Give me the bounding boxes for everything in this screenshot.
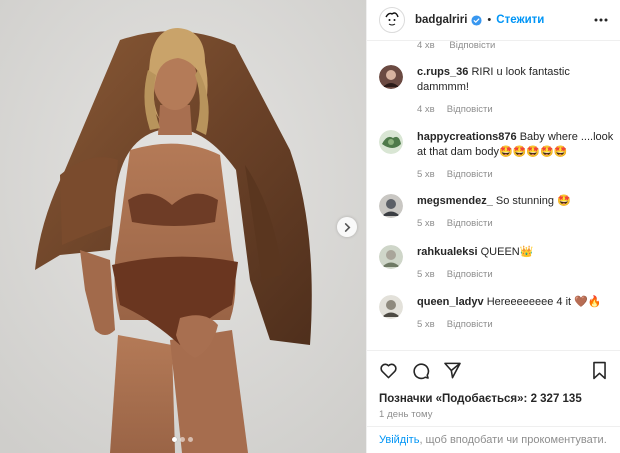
share-icon[interactable]: [443, 361, 462, 380]
commenter-avatar[interactable]: [379, 245, 403, 269]
commenter-avatar[interactable]: [379, 65, 403, 89]
post-side-panel: badgalriri • Стежити 4 хв Відповісти c.r…: [366, 0, 620, 453]
reply-button[interactable]: Відповісти: [447, 169, 493, 180]
commenter-avatar[interactable]: [379, 295, 403, 319]
comment-text: Hereeeeeeee 4 it 🤎🔥: [486, 296, 602, 308]
post-media[interactable]: [0, 0, 366, 453]
reply-button[interactable]: Відповісти: [447, 218, 493, 229]
more-options-icon[interactable]: [594, 18, 608, 22]
chevron-right-icon: [344, 222, 350, 232]
verified-badge-icon: [471, 14, 482, 26]
comment-item: rahkualeksi QUEEN👑 5 хв Відповісти: [379, 245, 615, 282]
comment-time: 5 хв: [417, 218, 435, 229]
comment-item: c.rups_36 RIRI u look fantastic dammmm! …: [379, 65, 615, 117]
comment-time: 5 хв: [417, 269, 435, 280]
comment-time: 4 хв: [417, 104, 435, 115]
likes-count: Позначки «Подобається»: 2 327 135: [367, 390, 620, 408]
author-avatar[interactable]: [379, 7, 405, 33]
comment-item: happycreations876 Baby where ....look at…: [379, 130, 615, 182]
comment-username[interactable]: happycreations876: [417, 131, 517, 143]
reply-button[interactable]: Відповісти: [447, 104, 493, 115]
reply-button[interactable]: Відповісти: [447, 269, 493, 280]
bookmark-icon[interactable]: [591, 361, 608, 380]
login-link[interactable]: Увійдіть: [379, 434, 419, 446]
reply-button[interactable]: Відповісти: [447, 319, 493, 330]
follow-button[interactable]: Стежити: [496, 14, 544, 26]
comment-item: queen_ladyv Hereeeeeeee 4 it 🤎🔥 5 хв Відп…: [379, 295, 615, 332]
comment-icon[interactable]: [411, 361, 430, 380]
comments-list[interactable]: 4 хв Відповісти c.rups_36 RIRI u look fa…: [367, 41, 620, 350]
likes-number: 2 327 135: [530, 393, 582, 405]
comment-username[interactable]: rahkualeksi: [417, 246, 478, 258]
carousel-indicator: [172, 437, 193, 442]
post-date: 1 день тому: [379, 409, 433, 420]
comment-text: QUEEN👑: [480, 246, 534, 258]
comment-text: So stunning 🤩: [495, 195, 571, 207]
instagram-post: badgalriri • Стежити 4 хв Відповісти c.r…: [0, 0, 620, 453]
carousel-next-button[interactable]: [337, 217, 357, 237]
commenter-avatar[interactable]: [379, 194, 403, 218]
carousel-dot: [180, 437, 185, 442]
post-photo: [0, 0, 366, 453]
comment-item: megsmendez_ So stunning 🤩 5 хв Відповісти: [379, 194, 615, 231]
author-avatar-image: [382, 10, 402, 30]
comment-time: 4 хв: [417, 41, 435, 51]
carousel-dot-active: [172, 437, 177, 442]
post-header: badgalriri • Стежити: [367, 0, 620, 41]
previous-comment-meta: 4 хв Відповісти: [417, 41, 507, 51]
author-username[interactable]: badgalriri: [415, 14, 467, 26]
comment-username[interactable]: megsmendez_: [417, 195, 493, 207]
post-actions: [367, 350, 620, 390]
login-prompt-text: , щоб вподобати чи прокоментувати.: [419, 434, 607, 446]
comment-username[interactable]: queen_ladyv: [417, 296, 484, 308]
comment-time: 5 хв: [417, 169, 435, 180]
reply-button[interactable]: Відповісти: [449, 41, 495, 51]
login-prompt: Увійдіть, щоб вподобати чи прокоментуват…: [367, 426, 620, 453]
likes-label[interactable]: Позначки «Подобається»:: [379, 393, 527, 405]
heart-icon[interactable]: [379, 361, 398, 380]
comment-username[interactable]: c.rups_36: [417, 66, 468, 78]
comment-time: 5 хв: [417, 319, 435, 330]
commenter-avatar[interactable]: [379, 130, 403, 154]
carousel-dot: [188, 437, 193, 442]
header-separator: •: [487, 14, 492, 26]
